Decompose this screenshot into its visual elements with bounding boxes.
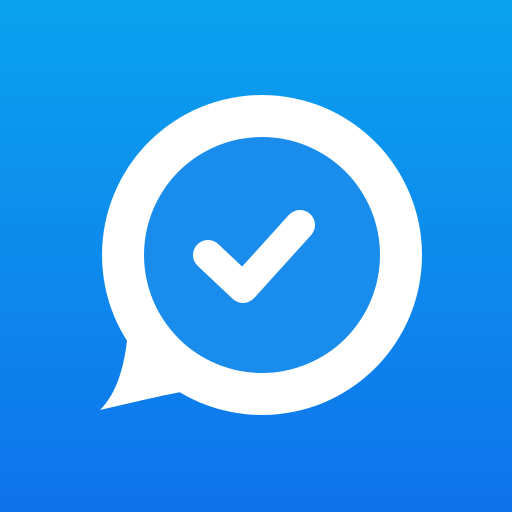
app-icon <box>0 0 512 512</box>
app-icon-graphic <box>0 0 512 512</box>
